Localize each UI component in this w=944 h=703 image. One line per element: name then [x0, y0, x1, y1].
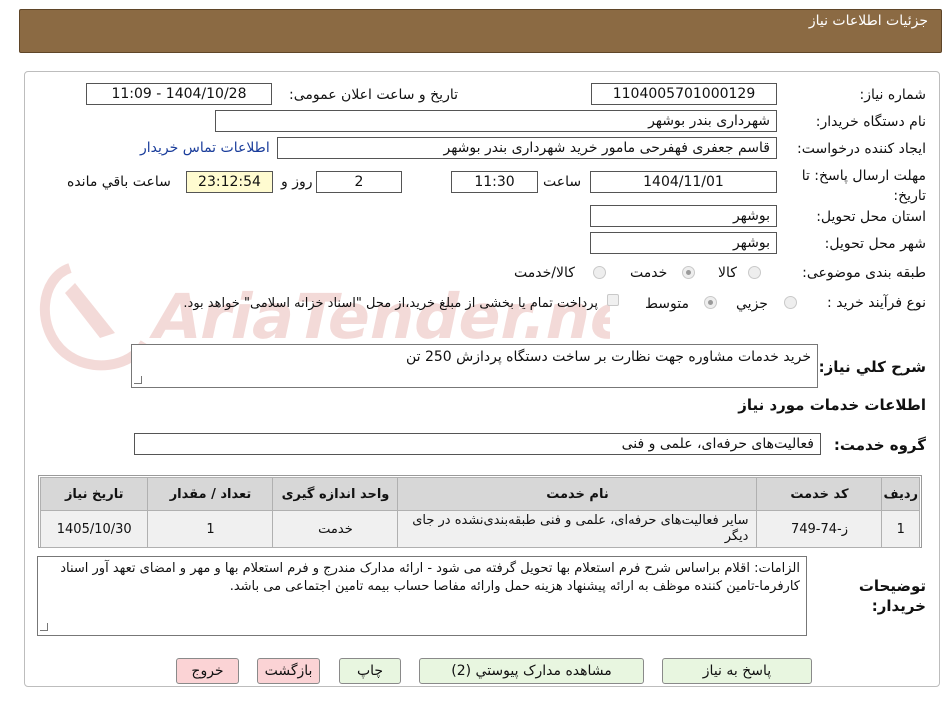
announce-label: تاریخ و ساعت اعلان عمومی:	[289, 87, 458, 103]
back-button[interactable]: بازگشت	[257, 658, 320, 684]
deadline-date-field: 1404/11/01	[590, 171, 777, 193]
cell-unit: خدمت	[272, 510, 399, 548]
city-label: شهر محل تحویل:	[824, 236, 926, 252]
cell-row: 1	[881, 510, 920, 548]
category-radio-goods-service[interactable]	[593, 266, 606, 279]
province-label: استان محل تحویل:	[816, 209, 926, 225]
watermark-pin	[65, 283, 115, 338]
deadline-time-field: 11:30	[451, 171, 538, 193]
city-field: بوشهر	[590, 232, 777, 254]
announce-field: 1404/10/28 - 11:09	[86, 83, 272, 105]
view-attachments-button[interactable]: مشاهده مدارک پیوستي (2)	[419, 658, 644, 684]
service-group-label: گروه خدمت:	[833, 436, 926, 454]
description-label: شرح کلي نیاز:	[818, 358, 926, 376]
exit-button[interactable]: خروج	[176, 658, 239, 684]
col-code: کد خدمت	[756, 477, 883, 511]
col-name: نام خدمت	[397, 477, 758, 511]
table-row: 1 ز-74-749 سایر فعالیت‌های حرفه‌ای، علمی…	[39, 510, 920, 548]
treasury-checkbox[interactable]	[607, 294, 619, 306]
process-option-minor: جزيي	[736, 296, 768, 312]
buyer-field: شهرداری بندر بوشهر	[215, 110, 777, 132]
process-label: نوع فرآیند خرید :	[827, 295, 926, 311]
days-field: 2	[316, 171, 402, 193]
reply-button[interactable]: پاسخ به نیاز	[662, 658, 812, 684]
buyer-notes-resize-handle[interactable]	[40, 623, 48, 631]
cell-date: 1405/10/30	[39, 510, 149, 548]
creator-field: قاسم جعفری فهفرحی مامور خرید شهرداری بند…	[277, 137, 777, 159]
category-label: طبقه بندی موضوعی:	[802, 265, 926, 281]
deadline-label: مهلت ارسال پاسخ: تا تاریخ:	[801, 168, 926, 204]
days-label: روز و	[281, 174, 313, 190]
cell-qty: 1	[147, 510, 274, 548]
description-resize-handle[interactable]	[134, 376, 142, 384]
need-number-label: شماره نیاز:	[859, 87, 927, 103]
deadline-time-label: ساعت	[543, 174, 582, 190]
category-option-goods-service: کالا/خدمت	[514, 265, 575, 281]
services-table-frame: ردیف کد خدمت نام خدمت واحد اندازه گیری ت…	[38, 475, 922, 548]
buyer-contact-link[interactable]: اطلاعات تماس خریدار	[140, 140, 270, 156]
buyer-label: نام دستگاه خریدار:	[815, 114, 926, 130]
page-header	[19, 9, 942, 53]
description-textarea: خرید خدمات مشاوره جهت نظارت بر ساخت دستگ…	[131, 344, 818, 388]
cell-name: سایر فعالیت‌های حرفه‌ای، علمی و فنی طبقه…	[397, 510, 758, 548]
category-option-service: خدمت	[630, 265, 668, 281]
col-row: ردیف	[881, 477, 920, 511]
services-section-title: اطلاعات خدمات مورد نیاز	[738, 396, 926, 414]
creator-label: ایجاد کننده درخواست:	[797, 141, 926, 157]
col-unit: واحد اندازه گیری	[272, 477, 399, 511]
services-table: ردیف کد خدمت نام خدمت واحد اندازه گیری ت…	[39, 477, 920, 548]
process-radio-minor[interactable]	[784, 296, 797, 309]
service-group-field: فعالیت‌های حرفه‌ای، علمی و فنی	[134, 433, 821, 455]
process-option-medium: متوسط	[645, 296, 689, 312]
remaining-label: ساعت باقي مانده	[67, 174, 171, 190]
col-date: تاریخ نیاز	[39, 477, 149, 511]
category-radio-goods[interactable]	[748, 266, 761, 279]
payment-note: پرداخت تمام یا بخشی از مبلغ خرید،از محل …	[183, 296, 598, 311]
cell-code: ز-74-749	[756, 510, 883, 548]
page-title: جزئیات اطلاعات نیاز	[808, 13, 928, 29]
need-number-field: 1104005701000129	[591, 83, 777, 105]
province-field: بوشهر	[590, 205, 777, 227]
buyer-notes-label: توضیحات خریدار:	[858, 577, 926, 615]
category-option-goods: کالا	[718, 265, 737, 281]
table-header-row: ردیف کد خدمت نام خدمت واحد اندازه گیری ت…	[39, 477, 920, 511]
remaining-time-field: 23:12:54	[186, 171, 273, 193]
col-qty: تعداد / مقدار	[147, 477, 274, 511]
buyer-notes-textarea: الزامات: اقلام براساس شرح فرم استعلام به…	[37, 556, 807, 636]
description-text: خرید خدمات مشاوره جهت نظارت بر ساخت دستگ…	[405, 349, 811, 365]
print-button[interactable]: چاپ	[339, 658, 401, 684]
watermark-text: AriaTender.neT	[146, 281, 610, 353]
buyer-notes-text: الزامات: اقلام براساس شرح فرم استعلام به…	[60, 561, 800, 594]
category-radio-service[interactable]	[682, 266, 695, 279]
process-radio-medium[interactable]	[704, 296, 717, 309]
